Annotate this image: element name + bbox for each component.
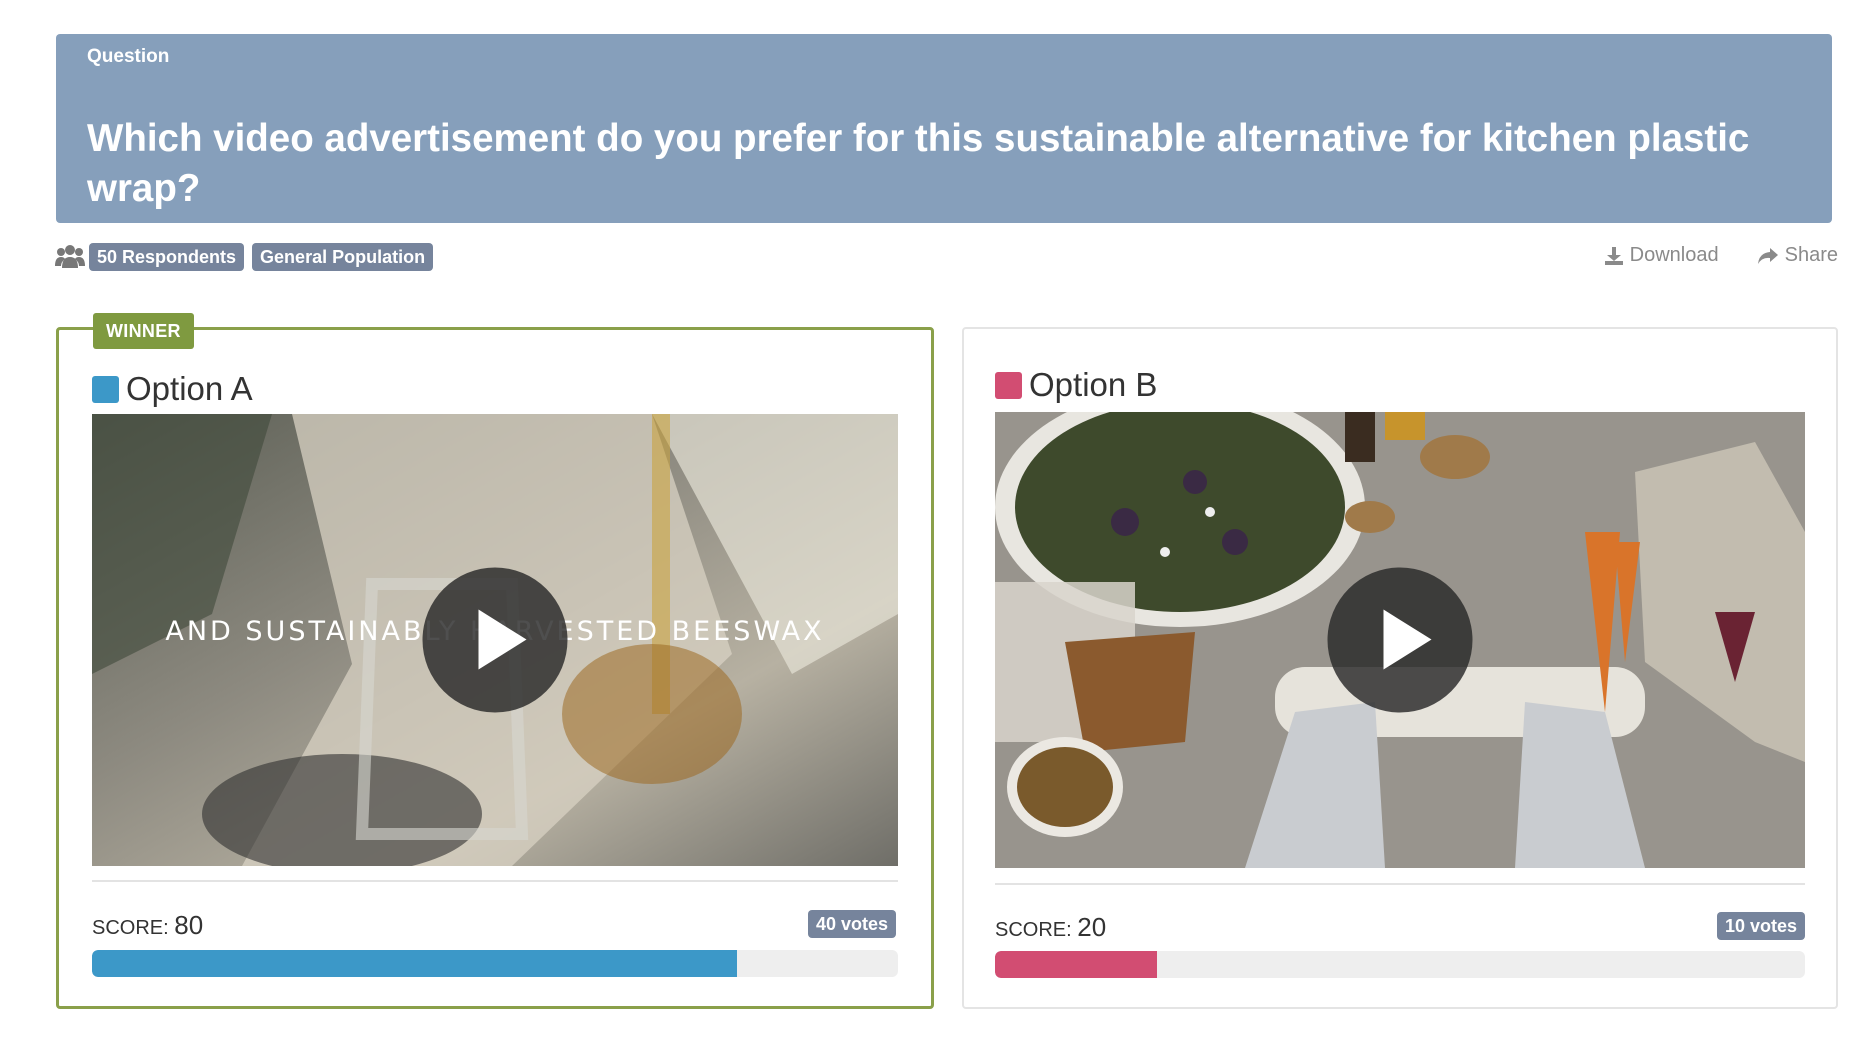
share-button[interactable]: Share bbox=[1757, 244, 1838, 267]
option-b-score-bar bbox=[995, 951, 1805, 978]
option-a-color-swatch bbox=[92, 375, 119, 403]
option-b-video[interactable] bbox=[995, 412, 1805, 868]
divider bbox=[995, 883, 1805, 885]
respondents-badge: 50 Respondents bbox=[89, 243, 245, 271]
share-icon bbox=[1757, 247, 1778, 264]
option-b-score: SCORE: 20 bbox=[995, 912, 1106, 943]
score-value: 20 bbox=[1077, 912, 1107, 942]
question-text: Which video advertisement do you prefer … bbox=[87, 117, 1750, 210]
option-a-title: Option A bbox=[92, 370, 253, 408]
option-a-score-fill bbox=[92, 950, 737, 977]
meta-row: 50 Respondents General Population bbox=[55, 242, 441, 272]
score-value: 80 bbox=[174, 910, 204, 940]
option-a-score-bar bbox=[92, 950, 898, 977]
option-b-label: Option B bbox=[1029, 366, 1158, 403]
actions-bar: Download Share bbox=[1566, 244, 1838, 267]
share-label: Share bbox=[1784, 244, 1838, 266]
question-banner: Question Which video advertisement do yo… bbox=[56, 34, 1832, 223]
winner-badge: WINNER bbox=[93, 313, 194, 349]
option-b-score-fill bbox=[995, 951, 1157, 978]
option-b-card: Option B SCORE: 20 10 votes bbox=[962, 327, 1838, 1009]
option-a-card: WINNER Option A AND SUSTAINABLY HARV bbox=[56, 313, 934, 1009]
option-a-video[interactable]: AND SUSTAINABLY HARVESTED BEESWAX bbox=[92, 414, 898, 866]
play-icon[interactable] bbox=[1327, 567, 1473, 713]
divider bbox=[92, 880, 898, 882]
download-icon bbox=[1604, 246, 1623, 265]
option-b-votes-badge: 10 votes bbox=[1717, 912, 1806, 940]
option-a-score: SCORE: 80 bbox=[92, 910, 203, 941]
play-icon[interactable] bbox=[422, 567, 568, 713]
download-button[interactable]: Download bbox=[1604, 244, 1719, 267]
option-a-label: Option A bbox=[126, 370, 253, 407]
score-label: SCORE: bbox=[92, 917, 169, 939]
question-label: Question bbox=[87, 46, 170, 67]
option-a-votes-badge: 40 votes bbox=[808, 910, 897, 938]
option-b-color-swatch bbox=[995, 371, 1022, 399]
audience-badge: General Population bbox=[252, 243, 434, 271]
option-b-title: Option B bbox=[995, 366, 1157, 404]
score-label: SCORE: bbox=[995, 919, 1072, 941]
download-label: Download bbox=[1629, 244, 1719, 266]
people-icon bbox=[55, 245, 85, 268]
